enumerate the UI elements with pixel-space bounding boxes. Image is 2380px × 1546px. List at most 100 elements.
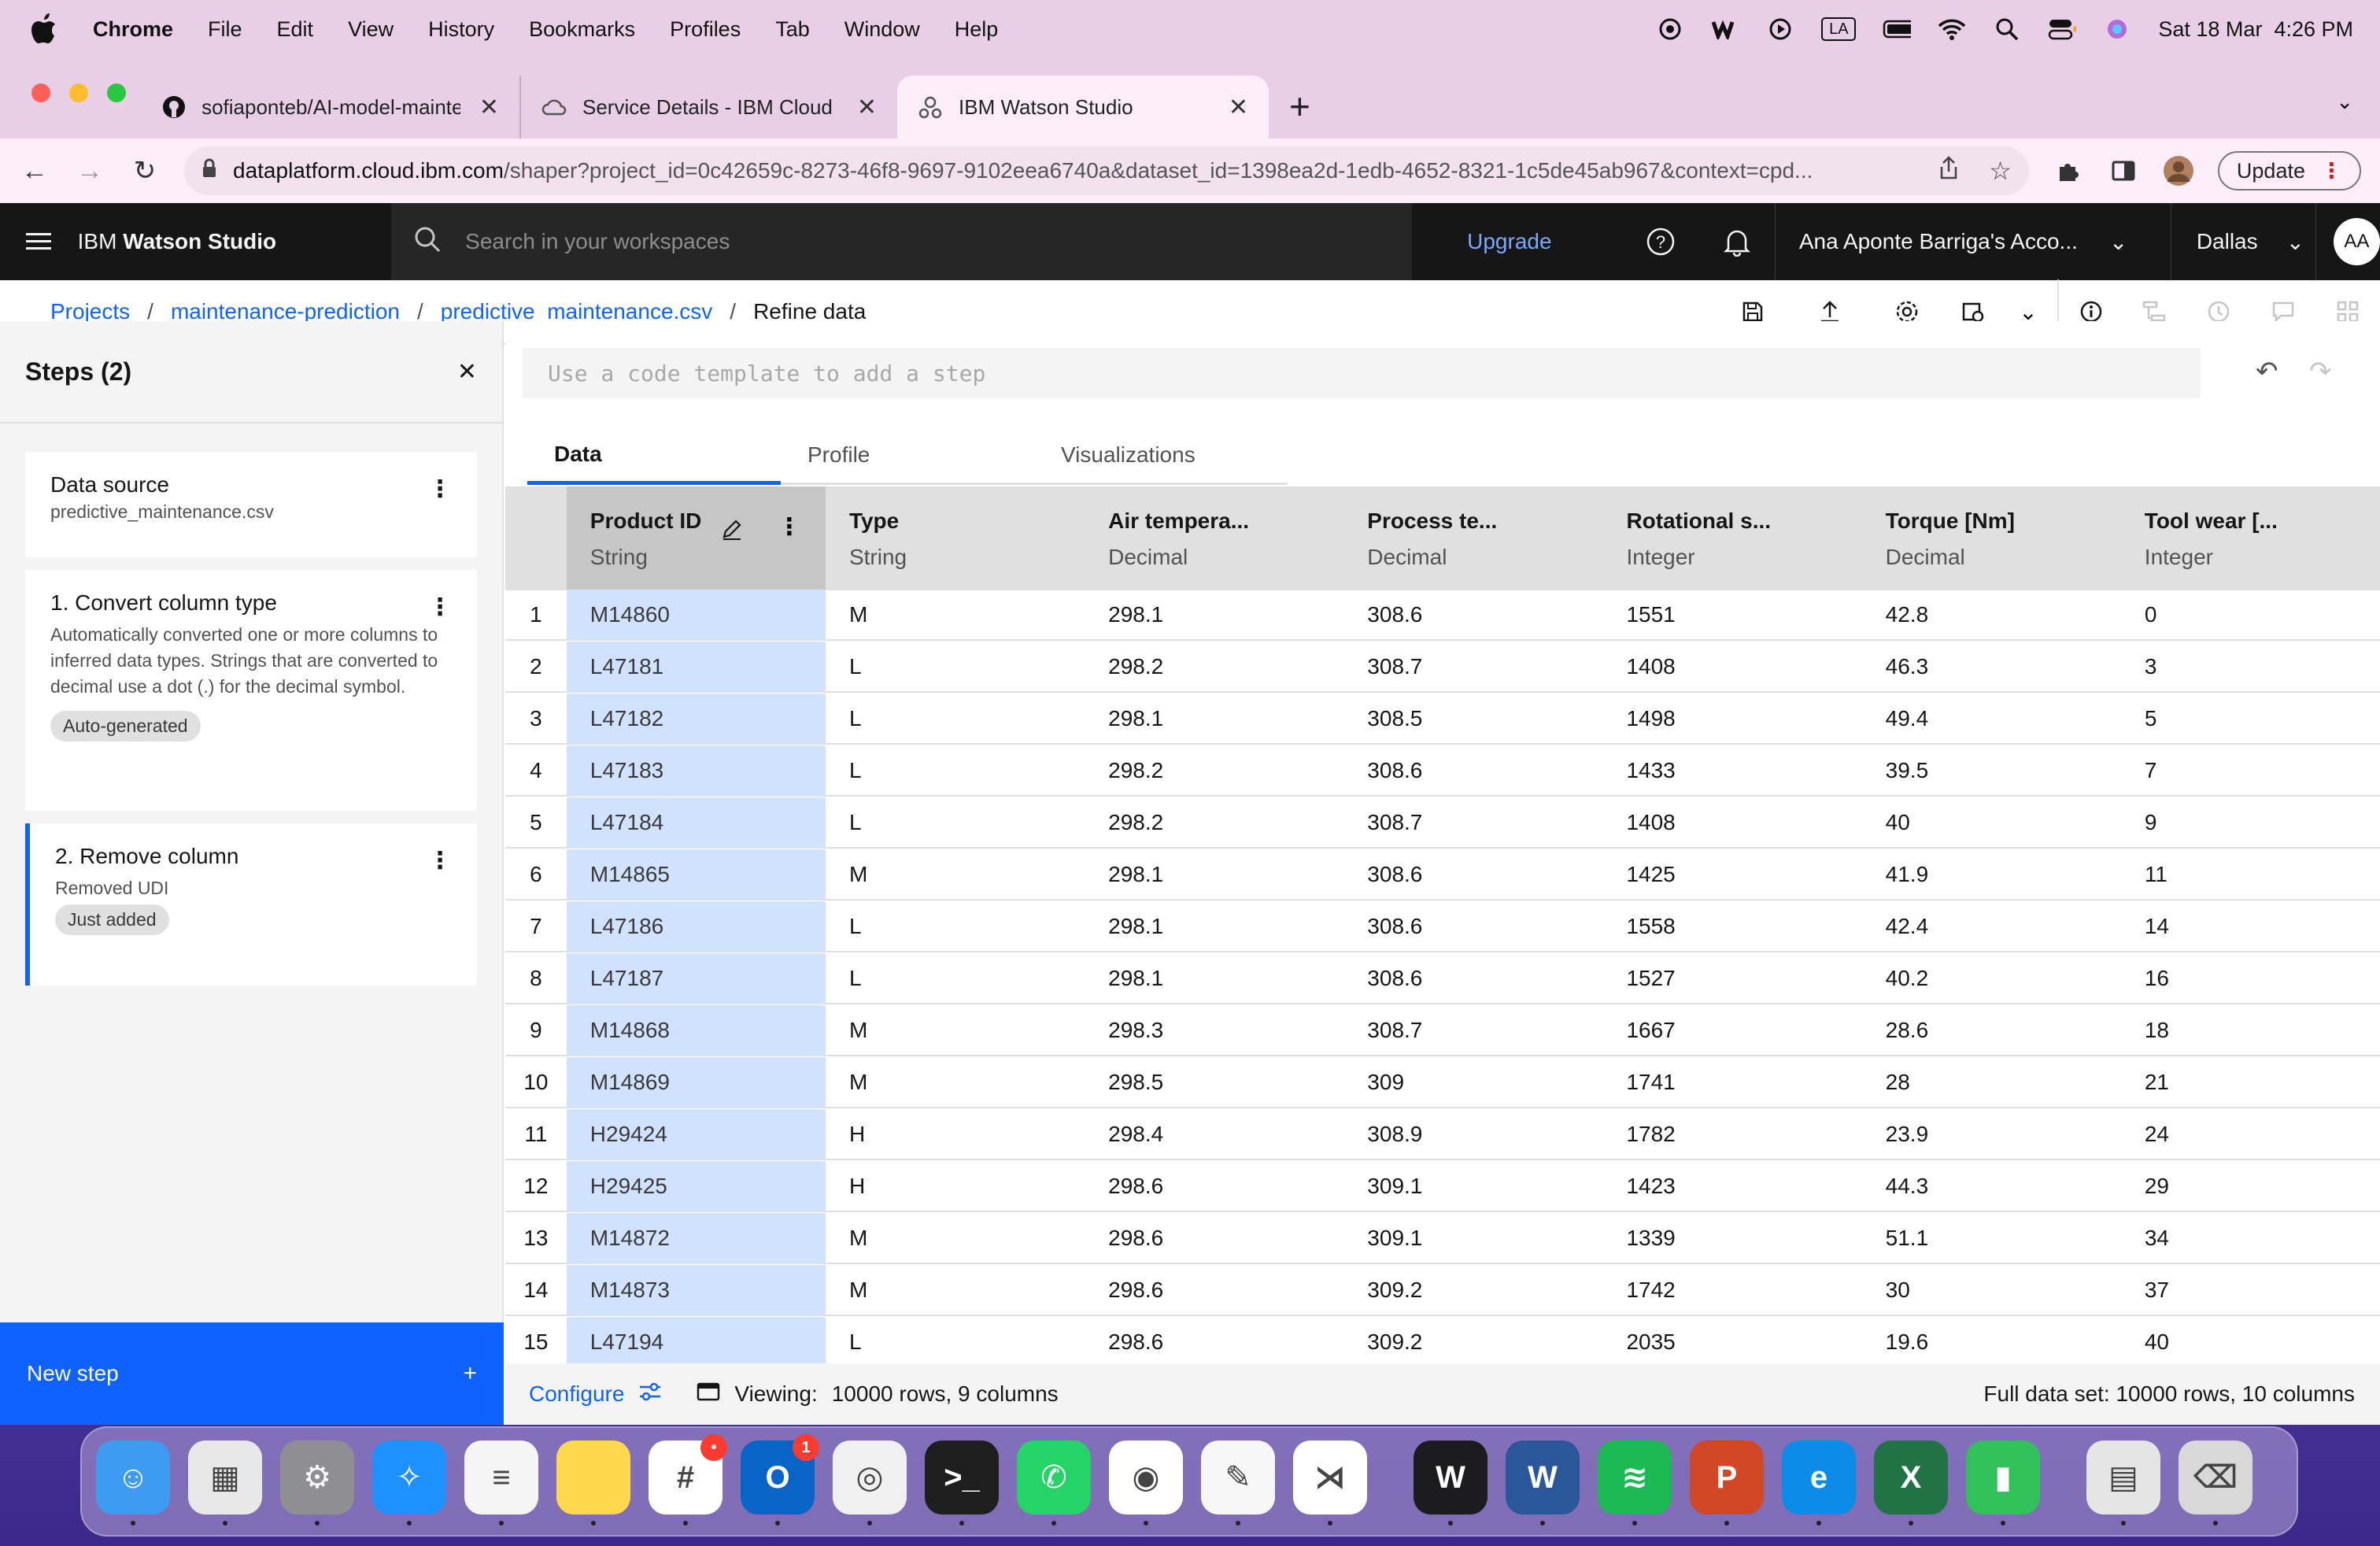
code-template-input[interactable]: Use a code template to add a step (523, 348, 2201, 398)
torque-cell[interactable]: 39.5 (1862, 758, 2121, 783)
new-tab-button[interactable]: + (1289, 85, 1310, 128)
type-cell[interactable]: L (826, 654, 1085, 679)
rotational-speed-cell[interactable]: 1433 (1602, 758, 1861, 783)
browser-tab-ibm-cloud[interactable]: Service Details - IBM Cloud ✕ (519, 76, 897, 139)
rotational-speed-cell[interactable]: 1423 (1602, 1174, 1861, 1199)
torque-cell[interactable]: 40.2 (1862, 966, 2121, 991)
upgrade-link[interactable]: Upgrade (1467, 229, 1551, 254)
air-temperature-cell[interactable]: 298.6 (1085, 1330, 1343, 1355)
tool-wear-cell[interactable]: 7 (2121, 758, 2380, 783)
air-temperature-cell[interactable]: 298.2 (1085, 810, 1343, 835)
terminal-icon[interactable]: >_ (925, 1441, 999, 1526)
torque-cell[interactable]: 42.4 (1862, 914, 2121, 939)
process-temperature-cell[interactable]: 308.6 (1343, 758, 1602, 783)
keyboard-input-icon[interactable]: LA (1821, 17, 1857, 41)
spotlight-search-icon[interactable] (1993, 17, 2021, 41)
step-card-remove-column[interactable]: 2. Remove column Removed UDI Just added … (25, 823, 477, 986)
chrome-update-button[interactable]: Update ⋮ (2217, 151, 2361, 190)
torque-cell[interactable]: 28 (1862, 1070, 2121, 1095)
whatsapp-icon[interactable]: ✆ (1017, 1441, 1091, 1526)
rotational-speed-cell[interactable]: 2035 (1602, 1330, 1861, 1355)
process-temperature-cell[interactable]: 308.6 (1343, 862, 1602, 887)
tool-wear-cell[interactable]: 29 (2121, 1174, 2380, 1199)
process-temperature-cell[interactable]: 308.7 (1343, 1018, 1602, 1043)
type-cell[interactable]: L (826, 1330, 1085, 1355)
launchpad-icon[interactable]: ▦ (188, 1441, 262, 1526)
outlook-icon[interactable]: O1 (741, 1434, 819, 1526)
table-row[interactable]: 10 M14869 M 298.5 309 1741 28 21 (505, 1057, 2380, 1108)
air-temperature-cell[interactable]: 298.1 (1085, 602, 1343, 627)
table-row[interactable]: 9 M14868 M 298.3 308.7 1667 28.6 18 (505, 1005, 2380, 1056)
close-icon[interactable]: ✕ (457, 358, 477, 386)
spotify-icon[interactable]: ≋ (1598, 1441, 1672, 1526)
table-row[interactable]: 7 L47186 L 298.1 308.6 1558 42.4 14 (505, 901, 2380, 952)
type-cell[interactable]: M (826, 1226, 1085, 1251)
menu-edit[interactable]: Edit (277, 17, 314, 42)
product-id-cell[interactable]: L47181 (566, 642, 826, 692)
type-cell[interactable]: M (826, 1018, 1085, 1043)
product-id-cell[interactable]: M14873 (566, 1265, 826, 1315)
rotational-speed-cell[interactable]: 1339 (1602, 1226, 1861, 1251)
menubar-datetime[interactable]: Sat 18 Mar 4:26 PM (2158, 17, 2353, 42)
finder-icon[interactable]: ☺ (96, 1441, 170, 1526)
rotational-speed-cell[interactable]: 1667 (1602, 1018, 1861, 1043)
air-temperature-cell[interactable]: 298.5 (1085, 1070, 1343, 1095)
chrome-icon[interactable]: ◉ (1109, 1441, 1183, 1526)
edge-icon[interactable]: e (1782, 1441, 1856, 1526)
torque-cell[interactable]: 49.4 (1862, 706, 2121, 731)
process-temperature-cell[interactable]: 309.2 (1343, 1330, 1602, 1355)
air-temperature-cell[interactable]: 298.1 (1085, 862, 1343, 887)
torque-cell[interactable]: 23.9 (1862, 1122, 2121, 1147)
overflow-menu-icon[interactable]: ⋮ (428, 847, 452, 875)
column-header-air-temperature[interactable]: Air tempera... Decimal (1085, 486, 1343, 590)
focus-icon[interactable] (1656, 17, 1684, 41)
lock-icon[interactable] (201, 158, 217, 184)
product-name[interactable]: IBM Watson Studio (78, 229, 392, 254)
type-cell[interactable]: L (826, 810, 1085, 835)
edit-pencil-icon[interactable] (721, 518, 743, 544)
air-temperature-cell[interactable]: 298.6 (1085, 1278, 1343, 1303)
rotational-speed-cell[interactable]: 1741 (1602, 1070, 1861, 1095)
process-temperature-cell[interactable]: 309.2 (1343, 1278, 1602, 1303)
type-cell[interactable]: M (826, 1278, 1085, 1303)
battery-icon[interactable] (1883, 17, 1912, 41)
webex-status-icon[interactable] (1711, 17, 1739, 41)
torque-cell[interactable]: 28.6 (1862, 1018, 2121, 1043)
menu-profiles[interactable]: Profiles (670, 17, 741, 42)
word-icon[interactable]: W (1506, 1441, 1580, 1526)
menu-history[interactable]: History (428, 17, 494, 42)
table-row[interactable]: 1 M14860 M 298.1 308.6 1551 42.8 0 (505, 590, 2380, 641)
user-avatar[interactable]: AA (2333, 218, 2380, 265)
rotational-speed-cell[interactable]: 1782 (1602, 1122, 1861, 1147)
product-id-cell[interactable]: M14865 (566, 849, 826, 900)
process-temperature-cell[interactable]: 308.7 (1343, 654, 1602, 679)
configure-button[interactable]: Configure (529, 1381, 662, 1407)
menu-file[interactable]: File (208, 17, 242, 42)
menu-tab[interactable]: Tab (775, 17, 810, 42)
hamburger-menu-icon[interactable] (0, 232, 78, 251)
table-row[interactable]: 8 L47187 L 298.1 308.6 1527 40.2 16 (505, 953, 2380, 1004)
browser-globe-icon[interactable]: ◎ (833, 1441, 907, 1526)
table-row[interactable]: 2 L47181 L 298.2 308.7 1408 46.3 3 (505, 642, 2380, 693)
air-temperature-cell[interactable]: 298.4 (1085, 1122, 1343, 1147)
type-cell[interactable]: M (826, 602, 1085, 627)
control-center-icon[interactable] (2048, 17, 2077, 41)
table-row[interactable]: 14 M14873 M 298.6 309.2 1742 30 37 (505, 1265, 2380, 1316)
table-row[interactable]: 6 M14865 M 298.1 308.6 1425 41.9 11 (505, 849, 2380, 901)
siri-icon[interactable] (2103, 17, 2131, 41)
tool-wear-cell[interactable]: 34 (2121, 1226, 2380, 1251)
bookmark-star-icon[interactable]: ☆ (1989, 156, 2012, 186)
column-header-product-id[interactable]: Product ID String ⋮ (566, 486, 826, 590)
process-temperature-cell[interactable]: 309.1 (1343, 1226, 1602, 1251)
workspace-search-input[interactable]: Search in your workspaces (391, 203, 1413, 280)
wifi-icon[interactable] (1938, 17, 1966, 41)
tool-wear-cell[interactable]: 11 (2121, 862, 2380, 887)
browser-tab-watson-studio[interactable]: IBM Watson Studio ✕ (897, 76, 1269, 139)
rotational-speed-cell[interactable]: 1558 (1602, 914, 1861, 939)
product-id-cell[interactable]: M14869 (566, 1057, 826, 1108)
menu-help[interactable]: Help (955, 17, 999, 42)
process-temperature-cell[interactable]: 308.7 (1343, 810, 1602, 835)
tool-wear-cell[interactable]: 24 (2121, 1122, 2380, 1147)
rotational-speed-cell[interactable]: 1498 (1602, 706, 1861, 731)
tool-wear-cell[interactable]: 0 (2121, 602, 2380, 627)
